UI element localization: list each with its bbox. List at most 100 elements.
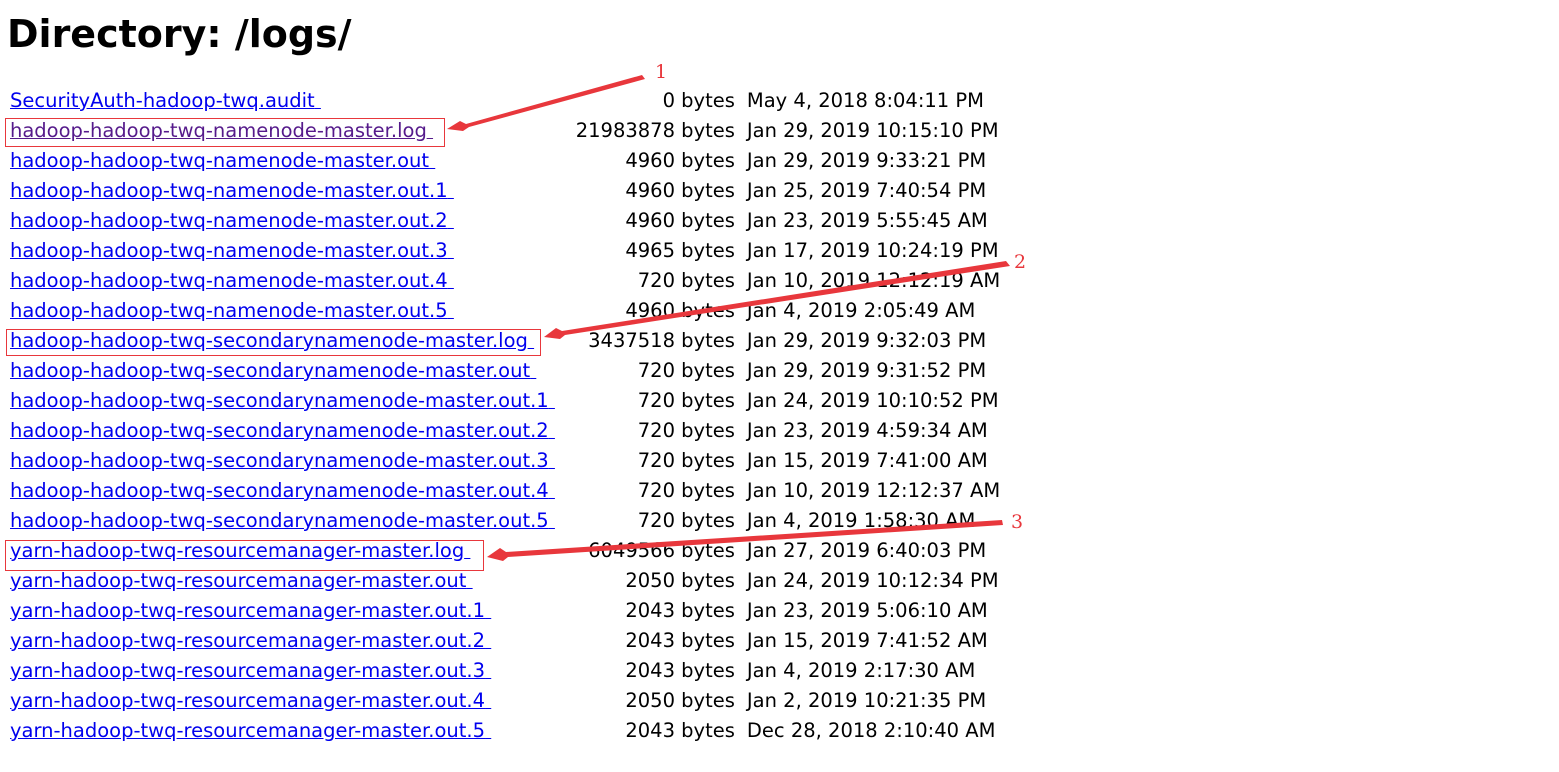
file-link[interactable]: hadoop-hadoop-twq-secondarynamenode-mast…	[10, 479, 555, 502]
file-name-cell: hadoop-hadoop-twq-secondarynamenode-mast…	[8, 506, 555, 536]
file-link[interactable]: hadoop-hadoop-twq-secondarynamenode-mast…	[10, 329, 534, 352]
file-name-cell: hadoop-hadoop-twq-namenode-master.log	[8, 116, 555, 146]
file-link[interactable]: hadoop-hadoop-twq-namenode-master.out.1	[10, 179, 454, 202]
file-link[interactable]: yarn-hadoop-twq-resourcemanager-master.o…	[10, 659, 491, 682]
file-row: yarn-hadoop-twq-resourcemanager-master.o…	[8, 596, 1000, 626]
file-name-cell: yarn-hadoop-twq-resourcemanager-master.o…	[8, 596, 555, 626]
file-name-cell: hadoop-hadoop-twq-secondarynamenode-mast…	[8, 416, 555, 446]
file-name-cell: hadoop-hadoop-twq-secondarynamenode-mast…	[8, 326, 555, 356]
file-row: hadoop-hadoop-twq-secondarynamenode-mast…	[8, 506, 1000, 536]
file-link-label: yarn-hadoop-twq-resourcemanager-master.o…	[10, 569, 467, 592]
file-size: 2043 bytes	[625, 719, 735, 742]
file-link[interactable]: hadoop-hadoop-twq-namenode-master.out.2	[10, 209, 454, 232]
file-row: hadoop-hadoop-twq-namenode-master.out.2 …	[8, 206, 1000, 236]
file-row: hadoop-hadoop-twq-namenode-master.out 49…	[8, 146, 1000, 176]
file-name-cell: hadoop-hadoop-twq-namenode-master.out.4	[8, 266, 555, 296]
annotation-1-number: 1	[655, 61, 667, 83]
file-link[interactable]: hadoop-hadoop-twq-namenode-master.log	[10, 119, 433, 142]
file-listing-table: SecurityAuth-hadoop-twq.audit 0 bytes May…	[8, 86, 1000, 746]
file-row: hadoop-hadoop-twq-namenode-master.out.3 …	[8, 236, 1000, 266]
file-link-label: hadoop-hadoop-twq-secondarynamenode-mast…	[10, 449, 549, 472]
file-row: hadoop-hadoop-twq-namenode-master.out.1 …	[8, 176, 1000, 206]
file-link[interactable]: yarn-hadoop-twq-resourcemanager-master.o…	[10, 689, 491, 712]
page-title: Directory: /logs/	[7, 12, 352, 56]
file-link-label: hadoop-hadoop-twq-secondarynamenode-mast…	[10, 419, 549, 442]
file-link[interactable]: yarn-hadoop-twq-resourcemanager-master.l…	[10, 539, 470, 562]
file-modified-date: Jan 25, 2019 7:40:54 PM	[746, 179, 987, 202]
file-link-label: SecurityAuth-hadoop-twq.audit	[10, 89, 315, 112]
file-link-label: yarn-hadoop-twq-resourcemanager-master.o…	[10, 689, 486, 712]
file-modified-date: Jan 15, 2019 7:41:00 AM	[746, 449, 988, 472]
file-link-label: yarn-hadoop-twq-resourcemanager-master.o…	[10, 599, 486, 622]
file-link[interactable]: yarn-hadoop-twq-resourcemanager-master.o…	[10, 569, 473, 592]
file-link-label: hadoop-hadoop-twq-secondarynamenode-mast…	[10, 359, 531, 382]
file-row: hadoop-hadoop-twq-secondarynamenode-mast…	[8, 416, 1000, 446]
file-size: 4960 bytes	[625, 209, 735, 232]
file-modified-date: Jan 27, 2019 6:40:03 PM	[746, 539, 987, 562]
file-size: 720 bytes	[637, 359, 735, 382]
file-link[interactable]: hadoop-hadoop-twq-secondarynamenode-mast…	[10, 389, 555, 412]
file-name-cell: yarn-hadoop-twq-resourcemanager-master.o…	[8, 566, 555, 596]
file-link[interactable]: hadoop-hadoop-twq-namenode-master.out.5	[10, 299, 454, 322]
file-modified-date: Jan 23, 2019 5:06:10 AM	[746, 599, 988, 622]
file-size: 4960 bytes	[625, 149, 735, 172]
file-name-cell: SecurityAuth-hadoop-twq.audit	[8, 86, 555, 116]
file-size: 21983878 bytes	[575, 119, 735, 142]
file-size: 3437518 bytes	[588, 329, 735, 352]
file-link[interactable]: hadoop-hadoop-twq-namenode-master.out.4	[10, 269, 454, 292]
file-size: 720 bytes	[637, 509, 735, 532]
file-link[interactable]: hadoop-hadoop-twq-secondarynamenode-mast…	[10, 359, 536, 382]
file-link-label: hadoop-hadoop-twq-namenode-master.out.5	[10, 299, 448, 322]
file-link-label: hadoop-hadoop-twq-secondarynamenode-mast…	[10, 329, 528, 352]
file-size: 2043 bytes	[625, 659, 735, 682]
file-link-label: hadoop-hadoop-twq-secondarynamenode-mast…	[10, 389, 549, 412]
file-link[interactable]: yarn-hadoop-twq-resourcemanager-master.o…	[10, 629, 491, 652]
file-size: 720 bytes	[637, 479, 735, 502]
file-size: 4965 bytes	[625, 239, 735, 262]
file-link-label: yarn-hadoop-twq-resourcemanager-master.o…	[10, 629, 486, 652]
file-size: 2050 bytes	[625, 689, 735, 712]
file-name-cell: hadoop-hadoop-twq-namenode-master.out.2	[8, 206, 555, 236]
file-size: 2043 bytes	[625, 599, 735, 622]
file-size: 2043 bytes	[625, 629, 735, 652]
file-link[interactable]: hadoop-hadoop-twq-secondarynamenode-mast…	[10, 509, 555, 532]
file-modified-date: Jan 10, 2019 12:12:19 AM	[746, 269, 1001, 292]
file-name-cell: yarn-hadoop-twq-resourcemanager-master.l…	[8, 536, 555, 566]
file-link-label: hadoop-hadoop-twq-secondarynamenode-mast…	[10, 479, 549, 502]
file-link[interactable]: hadoop-hadoop-twq-namenode-master.out.3	[10, 239, 454, 262]
file-size: 720 bytes	[637, 449, 735, 472]
file-row: yarn-hadoop-twq-resourcemanager-master.o…	[8, 566, 1000, 596]
file-size: 2050 bytes	[625, 569, 735, 592]
file-link[interactable]: SecurityAuth-hadoop-twq.audit	[10, 89, 321, 112]
annotation-3-number: 3	[1011, 511, 1023, 533]
file-size: 720 bytes	[637, 269, 735, 292]
file-link[interactable]: hadoop-hadoop-twq-secondarynamenode-mast…	[10, 449, 555, 472]
file-size: 720 bytes	[637, 389, 735, 412]
file-modified-date: Jan 29, 2019 9:33:21 PM	[746, 149, 987, 172]
file-row: yarn-hadoop-twq-resourcemanager-master.o…	[8, 656, 1000, 686]
file-modified-date: May 4, 2018 8:04:11 PM	[746, 89, 985, 112]
file-size: 6049566 bytes	[588, 539, 735, 562]
file-link[interactable]: yarn-hadoop-twq-resourcemanager-master.o…	[10, 719, 491, 742]
file-row: yarn-hadoop-twq-resourcemanager-master.o…	[8, 626, 1000, 656]
file-row: yarn-hadoop-twq-resourcemanager-master.l…	[8, 536, 1000, 566]
file-link[interactable]: yarn-hadoop-twq-resourcemanager-master.o…	[10, 599, 491, 622]
file-name-cell: hadoop-hadoop-twq-secondarynamenode-mast…	[8, 386, 555, 416]
file-link-label: yarn-hadoop-twq-resourcemanager-master.o…	[10, 659, 486, 682]
file-link[interactable]: hadoop-hadoop-twq-namenode-master.out	[10, 149, 435, 172]
file-modified-date: Jan 24, 2019 10:10:52 PM	[746, 389, 999, 412]
file-modified-date: Jan 29, 2019 9:31:52 PM	[746, 359, 987, 382]
file-row: hadoop-hadoop-twq-namenode-master.log 21…	[8, 116, 1000, 146]
file-row: yarn-hadoop-twq-resourcemanager-master.o…	[8, 716, 1000, 746]
file-link-label: hadoop-hadoop-twq-namenode-master.out.2	[10, 209, 448, 232]
file-modified-date: Jan 10, 2019 12:12:37 AM	[746, 479, 1001, 502]
file-row: hadoop-hadoop-twq-secondarynamenode-mast…	[8, 356, 1000, 386]
file-modified-date: Jan 29, 2019 9:32:03 PM	[746, 329, 987, 352]
file-row: yarn-hadoop-twq-resourcemanager-master.o…	[8, 686, 1000, 716]
file-name-cell: yarn-hadoop-twq-resourcemanager-master.o…	[8, 686, 555, 716]
file-link[interactable]: hadoop-hadoop-twq-secondarynamenode-mast…	[10, 419, 555, 442]
file-link-label: yarn-hadoop-twq-resourcemanager-master.l…	[10, 539, 465, 562]
file-link-label: hadoop-hadoop-twq-namenode-master.out	[10, 149, 430, 172]
file-name-cell: hadoop-hadoop-twq-secondarynamenode-mast…	[8, 356, 555, 386]
file-row: hadoop-hadoop-twq-secondarynamenode-mast…	[8, 476, 1000, 506]
